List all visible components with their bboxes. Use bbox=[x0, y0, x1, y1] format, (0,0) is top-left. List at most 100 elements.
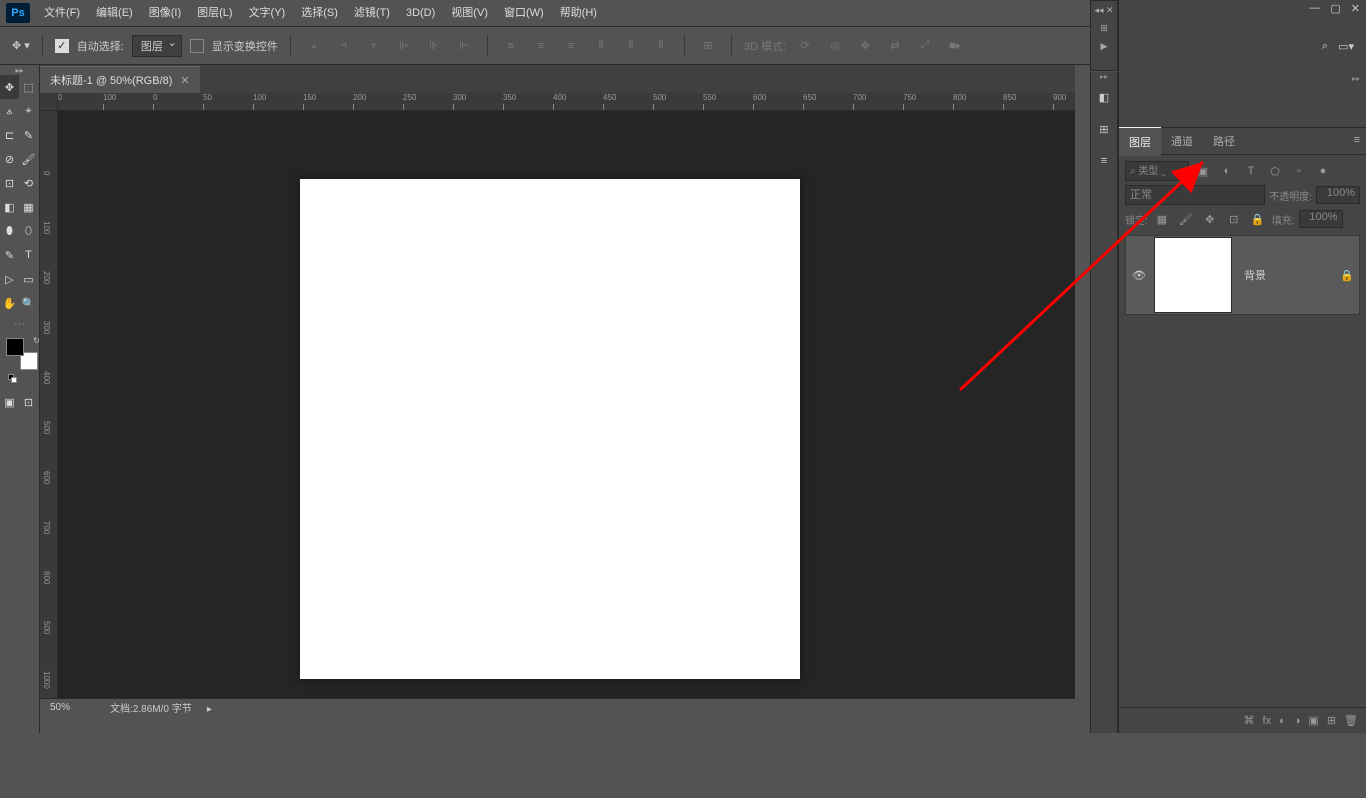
new-layer-icon[interactable]: ⊞ bbox=[1327, 714, 1336, 727]
swap-colors-icon[interactable]: ↻ bbox=[33, 336, 40, 345]
ruler-corner[interactable] bbox=[40, 93, 58, 111]
filter-toggle-icon[interactable]: ● bbox=[1313, 162, 1333, 180]
history-brush-tool[interactable]: ⟲ bbox=[19, 171, 38, 195]
workspace-switcher-icon[interactable]: ▭▾ bbox=[1338, 40, 1354, 53]
menu-type[interactable]: 文字(Y) bbox=[241, 0, 294, 27]
quick-select-tool[interactable]: ⌖ bbox=[19, 99, 38, 123]
lock-transparent-icon[interactable]: ▦ bbox=[1152, 210, 1172, 228]
crop-tool[interactable]: ⊏ bbox=[0, 123, 19, 147]
canvas[interactable] bbox=[300, 179, 800, 679]
swatches-panel-icon[interactable]: ⊞ bbox=[1091, 114, 1117, 144]
fx-icon[interactable]: fx bbox=[1263, 715, 1272, 727]
menu-window[interactable]: 窗口(W) bbox=[496, 0, 552, 27]
layer-visibility-icon[interactable]: 👁 bbox=[1126, 269, 1152, 282]
filter-kind-type-icon[interactable]: T bbox=[1241, 162, 1261, 180]
color-panel-icon[interactable]: ◧ bbox=[1091, 82, 1117, 112]
color-swatches[interactable]: ↻ bbox=[6, 338, 38, 370]
3d-pan-icon[interactable]: ✥ bbox=[854, 35, 876, 57]
foreground-color[interactable] bbox=[6, 338, 24, 356]
canvas-viewport[interactable] bbox=[58, 111, 1075, 699]
hand-tool[interactable]: ✋ bbox=[0, 291, 19, 315]
align-hcenter-icon[interactable]: ⊪ bbox=[423, 35, 445, 57]
tab-close-icon[interactable]: ✕ bbox=[180, 74, 189, 87]
dist-top-icon[interactable]: ≡ bbox=[500, 35, 522, 57]
default-colors-icon[interactable] bbox=[8, 374, 18, 384]
menu-view[interactable]: 视图(V) bbox=[443, 0, 496, 27]
tab-paths[interactable]: 路径 bbox=[1203, 127, 1245, 155]
eraser-tool[interactable]: ◧ bbox=[0, 195, 19, 219]
align-top-icon[interactable]: ⫠ bbox=[303, 35, 325, 57]
dist-right-icon[interactable]: ⦀ bbox=[650, 35, 672, 57]
dist-bottom-icon[interactable]: ≡ bbox=[560, 35, 582, 57]
path-select-tool[interactable]: ▷ bbox=[0, 267, 19, 291]
opacity-value[interactable]: 100% bbox=[1316, 186, 1360, 204]
delete-icon[interactable]: 🗑 bbox=[1344, 714, 1358, 727]
menu-file[interactable]: 文件(F) bbox=[36, 0, 88, 27]
blend-mode-dropdown[interactable]: 正常 bbox=[1125, 185, 1265, 205]
dodge-tool[interactable]: ⬯ bbox=[19, 219, 38, 243]
toolbar-more[interactable]: ⋯ bbox=[2, 317, 37, 330]
auto-align-icon[interactable]: ⊞ bbox=[697, 35, 719, 57]
strip-collapse-icon[interactable]: ◂◂ ✕ bbox=[1091, 1, 1117, 19]
layer-name[interactable]: 背景 bbox=[1234, 267, 1335, 283]
mask-icon[interactable]: ◐ bbox=[1279, 715, 1286, 727]
menu-select[interactable]: 选择(S) bbox=[293, 0, 346, 27]
search-icon[interactable]: ⌕ bbox=[1322, 40, 1328, 53]
strip-history-icon[interactable]: ⊞ bbox=[1091, 19, 1117, 37]
align-left-icon[interactable]: ⊫ bbox=[393, 35, 415, 57]
panel-close-icon[interactable]: ✕ bbox=[1351, 2, 1360, 15]
quick-mask-tool[interactable]: ▣ bbox=[0, 390, 19, 414]
align-vcenter-icon[interactable]: ⫞ bbox=[333, 35, 355, 57]
menu-edit[interactable]: 编辑(E) bbox=[88, 0, 141, 27]
dist-hcenter-icon[interactable]: ⦀ bbox=[620, 35, 642, 57]
healing-tool[interactable]: ⊘ bbox=[0, 147, 19, 171]
marquee-tool[interactable]: ⬚ bbox=[19, 75, 38, 99]
panel-minimize-icon[interactable]: ― bbox=[1309, 2, 1320, 15]
3d-scale-icon[interactable]: ⤢ bbox=[914, 35, 936, 57]
lock-artboard-icon[interactable]: ⊡ bbox=[1224, 210, 1244, 228]
filter-kind-shape-icon[interactable]: ⬠ bbox=[1265, 162, 1285, 180]
menu-filter[interactable]: 滤镜(T) bbox=[346, 0, 398, 27]
move-tool[interactable]: ✥ bbox=[0, 75, 19, 99]
layer-row-background[interactable]: 👁 背景 🔒 bbox=[1125, 235, 1360, 315]
menu-image[interactable]: 图像(I) bbox=[141, 0, 189, 27]
lasso-tool[interactable]: ⟑ bbox=[0, 99, 19, 123]
layer-filter-search[interactable]: ⌕ 类型 ⌄ bbox=[1125, 161, 1189, 181]
menu-layer[interactable]: 图层(L) bbox=[189, 0, 240, 27]
tab-channels[interactable]: 通道 bbox=[1161, 127, 1203, 155]
dist-left-icon[interactable]: ⦀ bbox=[590, 35, 612, 57]
lock-position-icon[interactable]: ✥ bbox=[1200, 210, 1220, 228]
3d-roll-icon[interactable]: ◎ bbox=[824, 35, 846, 57]
lock-all-icon[interactable]: 🔒 bbox=[1248, 210, 1268, 228]
doc-info[interactable]: 文档:2.86M/0 字节 ▸ bbox=[110, 700, 212, 715]
transform-checkbox[interactable] bbox=[190, 39, 204, 53]
panel-maximize-icon[interactable]: ▢ bbox=[1330, 2, 1340, 15]
zoom-level[interactable]: 50% bbox=[50, 702, 70, 713]
gradient-tool[interactable]: ▦ bbox=[19, 195, 38, 219]
strip-play-icon[interactable]: ▶ bbox=[1091, 37, 1117, 55]
eyedropper-tool[interactable]: ✎ bbox=[19, 123, 38, 147]
panel-collapse-icon[interactable]: ▸▸ bbox=[1352, 74, 1360, 83]
zoom-tool[interactable]: 🔍 bbox=[19, 291, 38, 315]
align-bottom-icon[interactable]: ⫟ bbox=[363, 35, 385, 57]
3d-camera-icon[interactable]: ■▸ bbox=[944, 35, 966, 57]
ruler-vertical[interactable]: 01002003004005006007008005001000 bbox=[40, 111, 58, 699]
type-tool[interactable]: T bbox=[19, 243, 38, 267]
screen-mode-tool[interactable]: ⊡ bbox=[19, 390, 38, 414]
blur-tool[interactable]: ⬮ bbox=[0, 219, 19, 243]
stamp-tool[interactable]: ⊡ bbox=[0, 171, 19, 195]
fill-value[interactable]: 100% bbox=[1299, 210, 1343, 228]
menu-help[interactable]: 帮助(H) bbox=[552, 0, 605, 27]
dist-vcenter-icon[interactable]: ≡ bbox=[530, 35, 552, 57]
menu-3d[interactable]: 3D(D) bbox=[398, 0, 443, 27]
filter-kind-pixel-icon[interactable]: ▣ bbox=[1193, 162, 1213, 180]
adjustment-layer-icon[interactable]: ◑ bbox=[1294, 715, 1301, 727]
align-right-icon[interactable]: ⊩ bbox=[453, 35, 475, 57]
tab-layers[interactable]: 图层 bbox=[1119, 127, 1161, 156]
layer-lock-icon[interactable]: 🔒 bbox=[1335, 269, 1359, 282]
strip-expand-icon[interactable]: ▸▸ bbox=[1091, 72, 1117, 80]
filter-kind-adjustment-icon[interactable]: ◐ bbox=[1217, 162, 1237, 180]
adjustments-panel-icon[interactable]: ≡ bbox=[1091, 146, 1117, 176]
auto-select-target-dropdown[interactable]: 图层 bbox=[132, 35, 182, 57]
auto-select-checkbox[interactable]: ✓ bbox=[55, 39, 69, 53]
